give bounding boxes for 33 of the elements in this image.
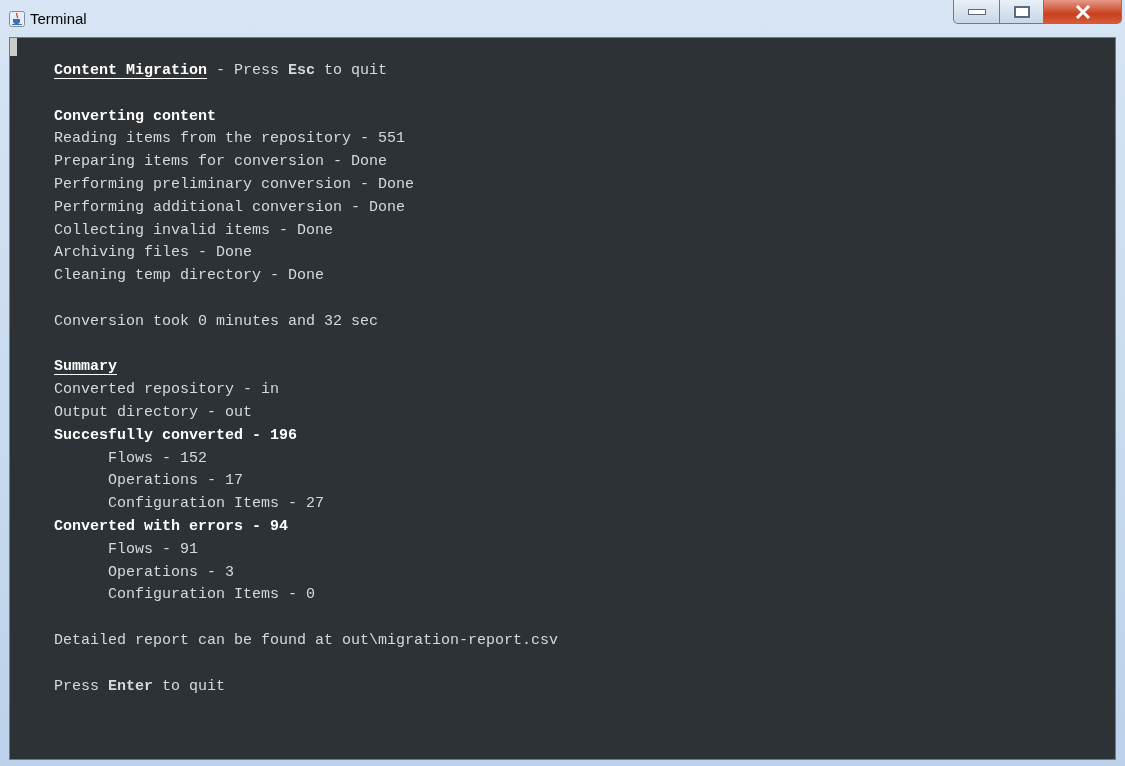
window-title: Terminal	[30, 10, 87, 27]
terminal-line: Operations - 17	[108, 471, 244, 492]
section-heading: Summary	[54, 357, 117, 378]
terminal-line: Detailed report can be found at out\migration-report.csv	[54, 630, 559, 651]
section-heading: Succesfully converted - 196	[54, 425, 298, 446]
text-cursor	[10, 38, 17, 56]
maximize-button[interactable]	[1000, 0, 1044, 24]
coffee-cup-icon	[9, 10, 25, 27]
terminal-line: Reading items from the repository - 551	[54, 129, 406, 150]
terminal-line: Preparing items for conversion - Done	[54, 152, 388, 173]
terminal-line: Converted repository - in	[54, 380, 280, 401]
close-button[interactable]	[1044, 0, 1122, 24]
terminal-line: Performing additional conversion - Done	[54, 197, 406, 218]
terminal-line: Conversion took 0 minutes and 32 sec	[54, 311, 379, 332]
minimize-button[interactable]	[953, 0, 1000, 24]
minimize-icon	[967, 8, 986, 15]
terminal-line: Archiving files - Done	[54, 243, 253, 264]
section-heading: Converted with errors - 94	[54, 516, 289, 537]
terminal-line: Flows - 91	[108, 539, 198, 560]
terminal-line: Cleaning temp directory - Done	[54, 266, 325, 287]
terminal-line: Configuration Items - 27	[108, 494, 325, 515]
terminal-line: Configuration Items - 0	[108, 585, 316, 606]
close-icon	[1074, 4, 1091, 19]
terminal-line: Output directory - out	[54, 402, 253, 423]
terminal-line: Performing preliminary conversion - Done	[54, 175, 415, 195]
terminal-title: Content Migration	[54, 61, 208, 81]
maximize-icon	[1013, 5, 1030, 18]
terminal-line: Flows - 152	[108, 448, 208, 469]
terminal-line: Press Enter to quit	[54, 676, 226, 697]
terminal-line: Operations - 3	[108, 562, 235, 583]
terminal-line: - Press Esc to quit	[216, 61, 388, 81]
terminal-line: Collecting invalid items - Done	[54, 220, 334, 241]
section-heading: Converting content	[54, 106, 217, 127]
